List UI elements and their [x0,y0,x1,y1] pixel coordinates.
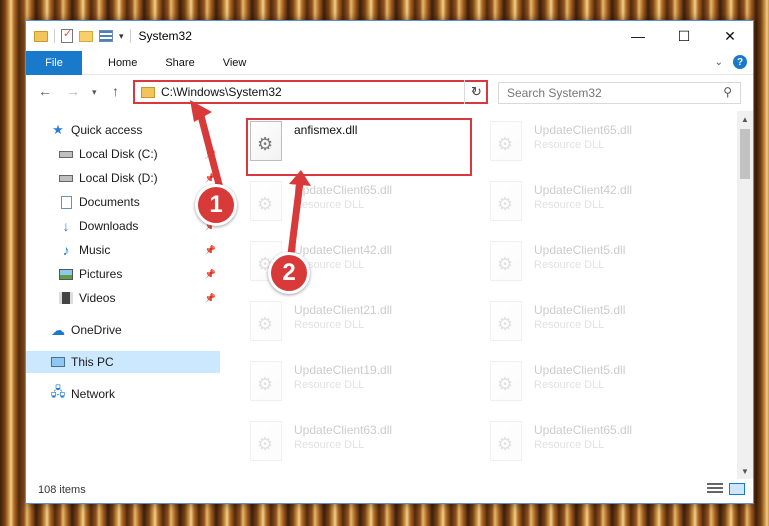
arrow-2-shaft [286,181,304,263]
tutorial-arrows [190,100,311,263]
callout-step-2: 2 [268,252,310,294]
callout-step-1: 1 [195,184,237,226]
arrow-2-head [289,170,311,186]
